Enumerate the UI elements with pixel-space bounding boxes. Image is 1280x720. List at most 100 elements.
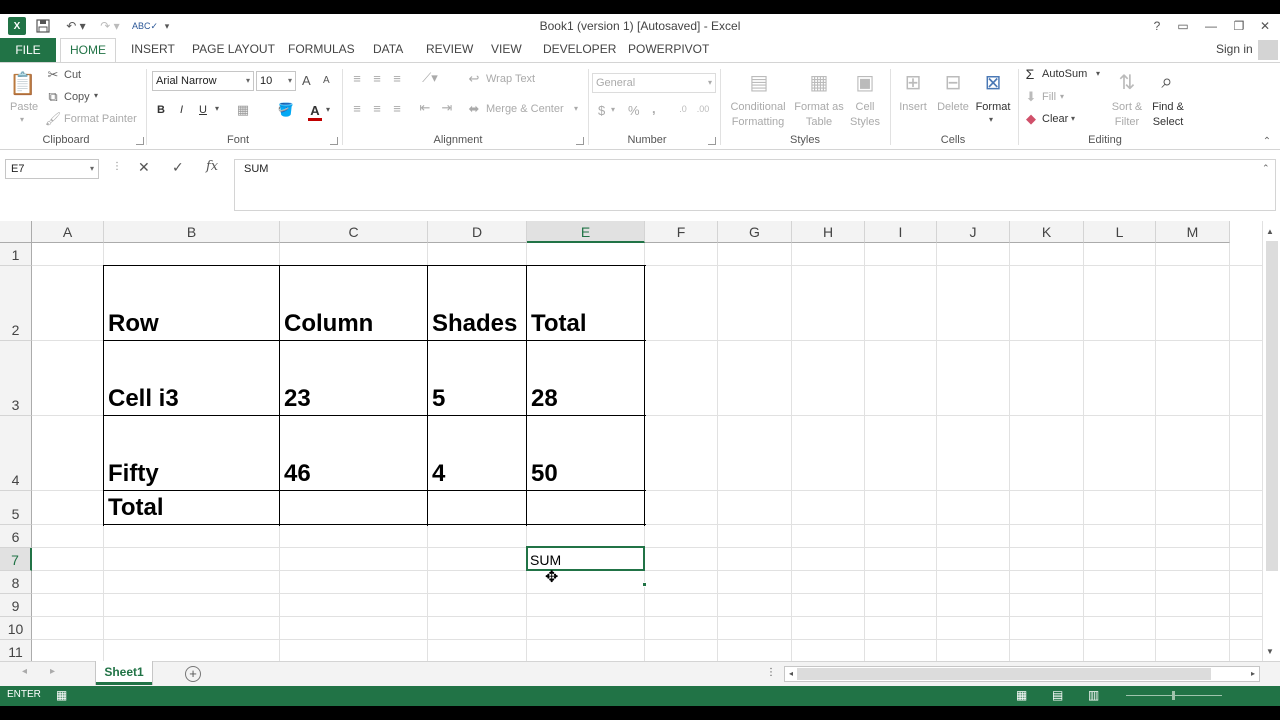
close-button[interactable]: ✕ (1254, 17, 1276, 35)
tab-home[interactable]: HOME (60, 38, 116, 63)
copy-icon[interactable]: ⧉ (46, 89, 60, 104)
tab-developer[interactable]: DEVELOPER (543, 42, 616, 56)
fill-dropdown-icon[interactable]: ▾ (1060, 92, 1064, 101)
cell-styles-label-1[interactable]: Cell (846, 101, 884, 113)
row-header-3[interactable]: 3 (0, 341, 32, 416)
format-as-table-label-2[interactable]: Table (792, 116, 846, 128)
minimize-button[interactable]: — (1200, 17, 1222, 35)
format-as-table-label-1[interactable]: Format as (792, 101, 846, 113)
autosum-button[interactable]: AutoSum (1042, 68, 1087, 80)
page-layout-view-icon[interactable]: ▤ (1052, 688, 1063, 702)
italic-button[interactable]: I (180, 104, 183, 116)
cut-button[interactable]: Cut (64, 69, 81, 81)
eraser-icon[interactable]: ◆ (1024, 111, 1038, 126)
number-format-select[interactable]: General ▾ (592, 73, 716, 93)
align-center-icon[interactable]: ≡ (368, 101, 386, 116)
tab-page-layout[interactable]: PAGE LAYOUT (192, 42, 275, 56)
zoom-slider-thumb[interactable] (1172, 691, 1175, 700)
name-box[interactable]: E7 ▾ (5, 159, 99, 179)
increase-decimal-icon[interactable]: .0 (674, 101, 692, 117)
cell-D2[interactable]: Shades (428, 266, 527, 340)
clear-button[interactable]: Clear (1042, 113, 1068, 125)
cell-B5[interactable]: Total (104, 491, 280, 524)
cell-D3[interactable]: 5 (428, 341, 527, 415)
column-header-K[interactable]: K (1010, 221, 1084, 243)
align-right-icon[interactable]: ≡ (388, 101, 406, 116)
tab-insert[interactable]: INSERT (131, 42, 175, 56)
tab-review[interactable]: REVIEW (426, 42, 473, 56)
row-header-9[interactable]: 9 (0, 594, 32, 617)
sort-filter-label-1[interactable]: Sort & (1108, 101, 1146, 113)
increase-indent-icon[interactable]: ⇥ (438, 100, 456, 115)
merge-center-icon[interactable]: ⬌ (466, 101, 482, 116)
percent-button[interactable]: % (628, 103, 640, 118)
column-header-E[interactable]: E (527, 221, 645, 243)
copy-dropdown-icon[interactable]: ▾ (94, 91, 98, 100)
copy-button[interactable]: Copy (64, 91, 90, 103)
fill-icon[interactable]: ⬇ (1024, 89, 1038, 104)
cell-D4[interactable]: 4 (428, 416, 527, 490)
insert-cells-button[interactable]: Insert (898, 101, 928, 113)
normal-view-icon[interactable]: ▦ (1016, 688, 1027, 702)
insert-function-button[interactable]: fx (206, 159, 218, 174)
worksheet-grid[interactable]: ABCDEFGHIJKLM 1 2 3 4 5 6 7 8 9 10 11 Row Column Sha… (0, 221, 1262, 661)
format-cells-button[interactable]: Format (972, 101, 1014, 113)
cell-B3[interactable]: Cell i3 (104, 341, 280, 415)
cell-styles-icon[interactable]: ▣ (850, 67, 880, 97)
column-header-I[interactable]: I (865, 221, 937, 243)
cell-E4[interactable]: 50 (527, 416, 645, 490)
cell-B4[interactable]: Fifty (104, 416, 280, 490)
wrap-text-button[interactable]: Wrap Text (486, 73, 535, 85)
underline-dropdown-icon[interactable]: ▾ (215, 104, 219, 113)
column-header-F[interactable]: F (645, 221, 718, 243)
tab-powerpivot[interactable]: POWERPIVOT (628, 42, 709, 56)
horizontal-scroll-thumb[interactable] (797, 668, 1211, 680)
row-header-7[interactable]: 7 (0, 548, 32, 571)
new-sheet-button[interactable]: + (185, 666, 201, 682)
format-as-table-icon[interactable]: ▦ (804, 67, 834, 97)
cell-C4[interactable]: 46 (280, 416, 428, 490)
autosum-dropdown-icon[interactable]: ▾ (1096, 69, 1100, 78)
column-header-L[interactable]: L (1084, 221, 1156, 243)
borders-icon[interactable]: ▦ (234, 101, 252, 119)
tab-view[interactable]: VIEW (491, 42, 522, 56)
row-header-8[interactable]: 8 (0, 571, 32, 594)
select-all-button[interactable] (0, 221, 32, 243)
ribbon-display-options-icon[interactable]: ▭ (1172, 17, 1194, 35)
column-header-M[interactable]: M (1156, 221, 1230, 243)
tab-file[interactable]: FILE (0, 38, 56, 62)
column-header-A[interactable]: A (32, 221, 104, 243)
font-launcher-icon[interactable] (330, 137, 338, 145)
row-header-2[interactable]: 2 (0, 266, 32, 341)
cell-E2[interactable]: Total (527, 266, 645, 340)
formula-input[interactable]: SUM (234, 159, 1276, 211)
vertical-scrollbar[interactable]: ▲ ▼ (1262, 221, 1280, 661)
sort-filter-icon[interactable]: ⇅ (1112, 67, 1142, 97)
font-color-dropdown-icon[interactable]: ▾ (326, 105, 330, 114)
cell-styles-label-2[interactable]: Styles (846, 116, 884, 128)
number-launcher-icon[interactable] (708, 137, 716, 145)
next-sheet-icon[interactable]: ▸ (50, 666, 55, 677)
alignment-launcher-icon[interactable] (576, 137, 584, 145)
row-header-1[interactable]: 1 (0, 243, 32, 266)
scroll-down-icon[interactable]: ▼ (1266, 647, 1274, 656)
delete-cells-icon[interactable]: ⊟ (938, 67, 968, 97)
binoculars-icon[interactable]: ⌕ (1152, 67, 1182, 97)
bottom-align-icon[interactable]: ≡ (388, 71, 406, 86)
column-header-B[interactable]: B (104, 221, 280, 243)
row-header-6[interactable]: 6 (0, 525, 32, 548)
format-painter-button[interactable]: Format Painter (64, 113, 137, 125)
column-header-J[interactable]: J (937, 221, 1010, 243)
column-header-G[interactable]: G (718, 221, 792, 243)
currency-dropdown-icon[interactable]: ▾ (611, 105, 615, 114)
insert-cells-icon[interactable]: ⊞ (898, 67, 928, 97)
grow-font-button[interactable]: A (302, 73, 311, 88)
tab-split-grip-icon[interactable]: ⋮ (766, 667, 776, 678)
merge-center-button[interactable]: Merge & Center (486, 103, 564, 115)
avatar[interactable] (1258, 40, 1278, 60)
sort-filter-label-2[interactable]: Filter (1108, 116, 1146, 128)
delete-cells-button[interactable]: Delete (934, 101, 972, 113)
fill-color-icon[interactable]: 🪣 (274, 101, 298, 119)
scroll-up-icon[interactable]: ▲ (1266, 227, 1274, 236)
tab-formulas[interactable]: FORMULAS (288, 42, 355, 56)
